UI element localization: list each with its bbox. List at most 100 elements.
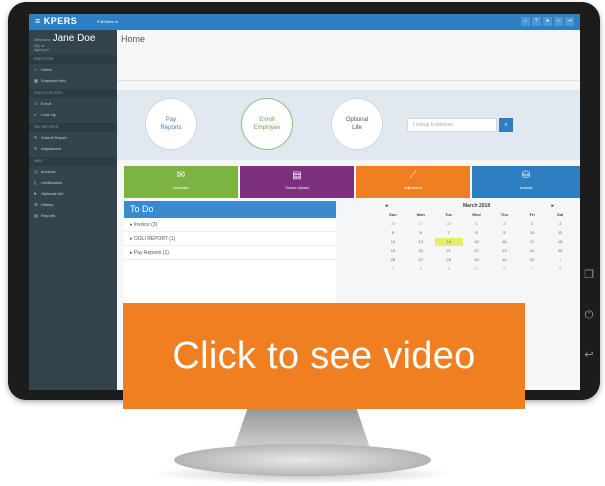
sidebar-item-invoices[interactable]: ◷ Invoices: [29, 166, 117, 177]
calendar-day[interactable]: 28: [435, 256, 463, 264]
sidebar-item-home[interactable]: ⌂ Home: [29, 64, 117, 75]
calendar-day[interactable]: 29: [463, 256, 491, 264]
calendar-day[interactable]: 11: [546, 229, 574, 237]
calendar-day[interactable]: 4: [435, 265, 463, 273]
calendar-weekday: Mon: [416, 212, 425, 217]
section-employee-info: EMPLOYEE INFO: [29, 89, 117, 98]
calendar-day[interactable]: 15: [463, 238, 491, 246]
calendar-day[interactable]: 23: [490, 247, 518, 255]
pencil-icon: ✎: [34, 135, 38, 140]
calendar-weekday: Tue: [445, 212, 453, 217]
calendar-day[interactable]: 17: [518, 238, 546, 246]
quick-actions-band: Pay Reports Enroll Employee Optional Lif…: [117, 90, 580, 160]
calendar-day[interactable]: 1: [463, 220, 491, 228]
tile-adjustment[interactable]: ⟋ Adjustment: [356, 166, 470, 198]
calendar-day[interactable]: 3: [518, 220, 546, 228]
sidebar-item-enroll[interactable]: ☺ Enroll: [29, 98, 117, 109]
calendar-day[interactable]: 20: [407, 247, 435, 255]
calendar-day[interactable]: 31: [518, 256, 546, 264]
calendar-day[interactable]: 27: [407, 256, 435, 264]
lookup-search-button[interactable]: ⌕: [499, 118, 513, 132]
tile-messages[interactable]: ✉ Messages: [124, 166, 238, 198]
back-icon[interactable]: ↩: [582, 350, 596, 364]
sidebar-item-reports[interactable]: ▤ Reports: [29, 210, 117, 221]
sidebar-item-submit-report[interactable]: ✎ Submit Report: [29, 132, 117, 143]
calendar-day[interactable]: 6: [490, 265, 518, 273]
home-icon[interactable]: ⌂: [521, 17, 530, 26]
calendar-day[interactable]: 22: [463, 247, 491, 255]
enroll-employee-button[interactable]: Enroll Employee: [241, 98, 293, 150]
full-menu-dropdown[interactable]: Full Menu ▾: [97, 19, 118, 24]
calendar-day[interactable]: 4: [546, 220, 574, 228]
pay-reports-button[interactable]: Pay Reports: [145, 98, 197, 150]
todo-item-pay-reports[interactable]: ▸ Pay Reports (1): [124, 246, 336, 260]
calendar-day[interactable]: 3: [407, 265, 435, 273]
calendar-day[interactable]: 13: [407, 238, 435, 246]
calendar-weekday: Wed: [472, 212, 481, 217]
top-icons: ⌂ ? ● ⌕ ⇥: [521, 17, 574, 26]
envelope-icon: ✉: [176, 170, 186, 181]
sidebar-item-optional-life[interactable]: ♥ Optional Life: [29, 188, 117, 199]
tile-invoices[interactable]: ⛁ Invoices: [472, 166, 580, 198]
calendar-day[interactable]: 2: [490, 220, 518, 228]
tile-secure-upload[interactable]: ▤ Secure Upload: [240, 166, 354, 198]
calendar-next-icon[interactable]: ▸: [551, 202, 554, 211]
calendar-day[interactable]: 7: [435, 229, 463, 237]
todo-item-ogli-report[interactable]: ▸ OGLI REPORT (1): [124, 232, 336, 246]
calendar-day[interactable]: 9: [490, 229, 518, 237]
calendar-day[interactable]: 1: [546, 256, 574, 264]
user-panel: Welcome Jane Doe City of Agency X: [29, 30, 117, 52]
building-icon: ▦: [34, 78, 38, 83]
sidebar-item-look-up[interactable]: ⌕ Look Up: [29, 109, 117, 120]
todo-title: To Do: [124, 201, 336, 218]
calendar-day[interactable]: 5: [463, 265, 491, 273]
help-icon[interactable]: ?: [532, 17, 541, 26]
money-icon: ⛁: [521, 170, 531, 181]
power-icon[interactable]: ⏻: [582, 310, 596, 324]
heart-icon: ♥: [34, 191, 37, 196]
calendar-day[interactable]: 30: [490, 256, 518, 264]
calendar-day[interactable]: 5: [379, 229, 407, 237]
logout-icon[interactable]: ⇥: [565, 17, 574, 26]
lookup-employee-input[interactable]: Lookup Employee: [407, 118, 497, 132]
user-org-line2: Agency X: [34, 48, 49, 52]
calendar-day[interactable]: 18: [546, 238, 574, 246]
user-icon[interactable]: ●: [543, 17, 552, 26]
calendar-day[interactable]: 8: [463, 229, 491, 237]
sidebar: Welcome Jane Doe City of Agency X EMPLOYE…: [29, 30, 117, 390]
search-icon[interactable]: ⌕: [554, 17, 563, 26]
calendar-day[interactable]: 10: [518, 229, 546, 237]
calendar-day[interactable]: 19: [379, 247, 407, 255]
sidebar-item-certification[interactable]: ▯ Certification: [29, 177, 117, 188]
calendar-day[interactable]: 27: [407, 220, 435, 228]
sidebar-item-adjustment[interactable]: ✎ Adjustment: [29, 143, 117, 154]
calendar-day[interactable]: 26: [379, 220, 407, 228]
calendar-weekday: Sat: [556, 212, 564, 217]
calendar-day[interactable]: 6: [407, 229, 435, 237]
calendar-day[interactable]: 26: [379, 256, 407, 264]
sidebar-item-history[interactable]: ☰ History: [29, 199, 117, 210]
calendar-day[interactable]: 21: [435, 247, 463, 255]
calendar-day[interactable]: 24: [518, 247, 546, 255]
calendar-day[interactable]: 28: [435, 220, 463, 228]
calendar-prev-icon[interactable]: ◂: [385, 202, 388, 211]
calendar-day[interactable]: 14: [434, 238, 463, 246]
list-icon: ☰: [34, 202, 38, 207]
user-plus-icon: ☺: [34, 101, 39, 106]
calendar-day[interactable]: 12: [379, 238, 407, 246]
kpers-logo[interactable]: ≡ KPERS: [35, 16, 77, 26]
calendar-day[interactable]: 2: [379, 265, 407, 273]
calendar-day[interactable]: 7: [518, 265, 546, 273]
calendar: ◂ March 2018 ▸ Sun Mon Tue Wed Thu Fri Sat 26 27…: [379, 202, 574, 273]
play-video-button[interactable]: Click to see video: [123, 303, 525, 409]
todo-item-invoice[interactable]: ▸ Invoice (3): [124, 218, 336, 232]
chart-icon: ▤: [34, 213, 38, 218]
clock-icon: ◷: [34, 169, 38, 174]
optional-life-button[interactable]: Optional Life: [331, 98, 383, 150]
calendar-day[interactable]: 25: [546, 247, 574, 255]
sidebar-item-employer-info[interactable]: ▦ Employer Info: [29, 75, 117, 86]
window-icon[interactable]: ❐: [582, 270, 596, 284]
section-employer: EMPLOYER: [29, 55, 117, 64]
calendar-day[interactable]: 8: [546, 265, 574, 273]
calendar-day[interactable]: 16: [490, 238, 518, 246]
